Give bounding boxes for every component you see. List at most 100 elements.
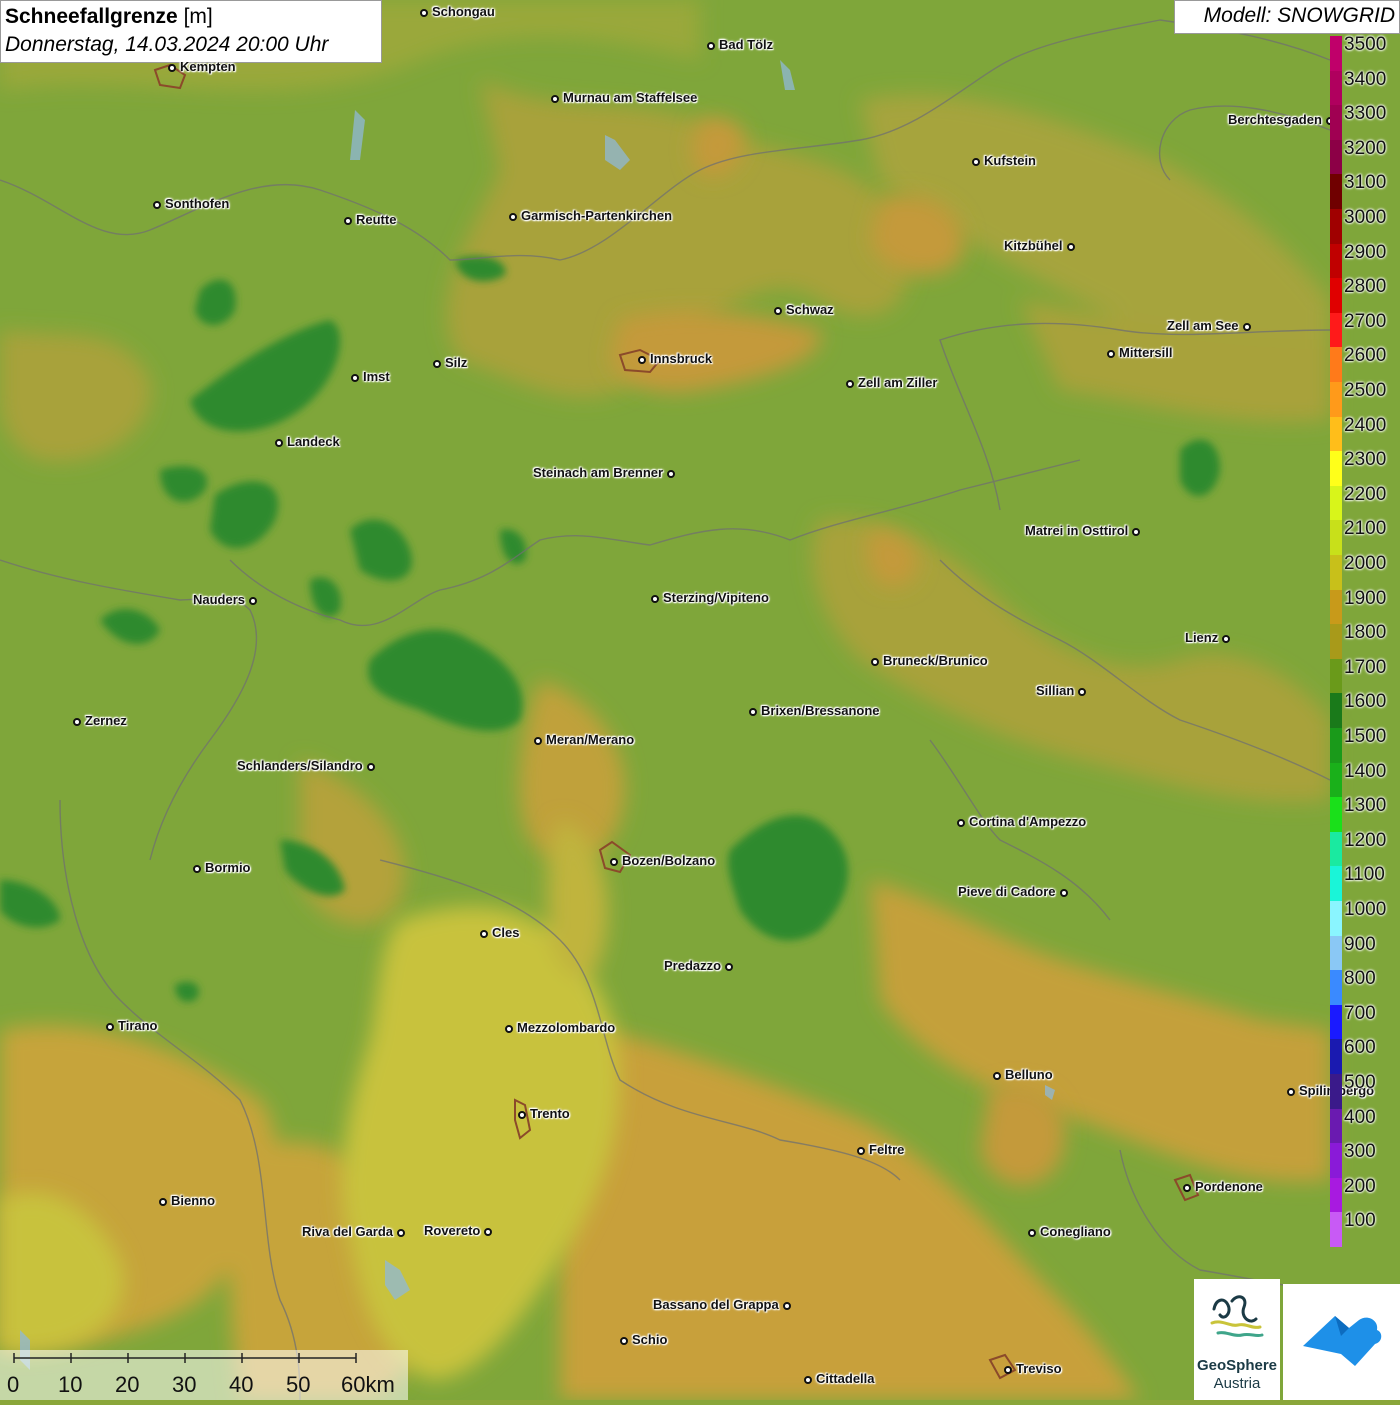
mountain-cloud-icon [1303, 1316, 1382, 1366]
city-label: Belluno [1005, 1067, 1053, 1082]
legend-value: 1300 [1344, 795, 1387, 817]
city-label: Garmisch-Partenkirchen [521, 208, 673, 223]
city-marker [1287, 1088, 1295, 1096]
geosphere-name: GeoSphere [1196, 1357, 1278, 1374]
city-label: Tirano [118, 1018, 158, 1033]
city-marker [774, 307, 782, 315]
legend-value: 1900 [1344, 587, 1387, 609]
city-marker [638, 356, 646, 364]
city-marker [505, 1025, 513, 1033]
city-label: Meran/Merano [546, 732, 635, 747]
geosphere-logo[interactable]: GeoSphere Austria [1194, 1279, 1280, 1400]
legend-value: 1100 [1344, 864, 1385, 886]
legend-value: 3000 [1344, 207, 1387, 228]
legend-swatch [1330, 866, 1342, 902]
legend-value: 2600 [1344, 345, 1387, 367]
city-label: Steinach am Brenner [533, 465, 664, 480]
scale-tick: 30 [172, 1372, 197, 1397]
city-label: Bozen/Bolzano [622, 853, 716, 868]
legend-value: 2200 [1344, 483, 1387, 505]
city-marker [857, 1147, 865, 1155]
legend-swatch [1330, 624, 1342, 660]
city-marker [871, 658, 879, 666]
city-label: Rovereto [424, 1223, 481, 1238]
legend-value: 900 [1344, 933, 1376, 955]
city-marker [509, 213, 517, 221]
legend-swatch [1330, 970, 1342, 1006]
city-label: Bruneck/Brunico [883, 653, 988, 668]
city-marker [1132, 528, 1140, 536]
model-label: Modell: SNOWGRID [1174, 0, 1400, 34]
legend-swatch [1330, 762, 1342, 798]
legend-swatch [1330, 416, 1342, 452]
city-label: Kempten [180, 59, 236, 74]
scale-tick: 20 [115, 1372, 140, 1397]
legend-value: 200 [1344, 1175, 1376, 1197]
city-marker [1060, 889, 1068, 897]
scale-tick: 60km [341, 1372, 395, 1397]
legend-swatch [1330, 451, 1342, 487]
legend-swatch [1330, 1004, 1342, 1040]
scale-tick: 40 [229, 1372, 254, 1397]
city-label: Cittadella [816, 1371, 875, 1386]
city-marker [193, 865, 201, 873]
city-marker [1078, 688, 1086, 696]
legend-swatch [1330, 901, 1342, 937]
city-label: Nauders [193, 592, 246, 607]
city-marker [153, 201, 161, 209]
legend-swatch [1330, 278, 1342, 314]
city-marker [1243, 323, 1251, 331]
map-datetime: Donnerstag, 14.03.2024 20:00 Uhr [5, 33, 329, 56]
city-marker [397, 1229, 405, 1237]
city-label: Bienno [171, 1193, 216, 1208]
city-label: Zernez [85, 713, 127, 728]
city-marker [1028, 1229, 1036, 1237]
legend-value: 2300 [1344, 449, 1387, 471]
city-label: Innsbruck [650, 351, 713, 366]
city-label: Feltre [869, 1142, 905, 1157]
legend-value: 1200 [1344, 829, 1387, 851]
city-label: Imst [363, 369, 390, 384]
legend-value: 1600 [1344, 691, 1387, 713]
city-marker [367, 763, 375, 771]
legend-swatch [1330, 1177, 1342, 1213]
city-marker [972, 158, 980, 166]
city-marker [1222, 635, 1230, 643]
legend-swatch [1330, 831, 1342, 867]
legend-swatch [1330, 174, 1342, 210]
title-box: Schneefallgrenze [m] Donnerstag, 14.03.2… [0, 0, 382, 63]
city-label: Trento [530, 1106, 570, 1121]
scale-tick: 50 [286, 1372, 311, 1397]
legend-swatch [1330, 243, 1342, 279]
city-marker [749, 708, 757, 716]
city-label: Zell am Ziller [858, 375, 938, 390]
legend-swatch [1330, 139, 1342, 175]
legend-swatch [1330, 105, 1342, 141]
legend-value: 1700 [1344, 656, 1387, 678]
legend-value: 1400 [1344, 760, 1387, 782]
city-label: Zell am See [1167, 318, 1239, 333]
app-logo[interactable] [1283, 1284, 1400, 1400]
legend-swatch [1330, 935, 1342, 971]
legend-value: 3400 [1344, 68, 1387, 90]
legend-swatch [1330, 382, 1342, 418]
city-marker [1004, 1366, 1012, 1374]
city-marker [518, 1111, 526, 1119]
legend-swatch [1330, 36, 1342, 72]
legend-swatch [1330, 1108, 1342, 1144]
city-label: Schlanders/Silandro [237, 758, 363, 773]
city-label: Predazzo [664, 958, 722, 973]
city-marker [1067, 243, 1075, 251]
legend-swatch [1330, 485, 1342, 521]
legend-swatch [1330, 728, 1342, 764]
city-label: Bassano del Grappa [653, 1297, 779, 1312]
city-marker [420, 9, 428, 17]
city-marker [433, 360, 441, 368]
city-label: Sonthofen [165, 196, 230, 211]
legend-value: 300 [1344, 1141, 1376, 1163]
legend-value: 1000 [1344, 899, 1387, 920]
city-marker [993, 1072, 1001, 1080]
legend-swatch [1330, 1074, 1342, 1110]
legend-value: 2800 [1344, 276, 1387, 298]
legend-swatch [1330, 70, 1342, 106]
